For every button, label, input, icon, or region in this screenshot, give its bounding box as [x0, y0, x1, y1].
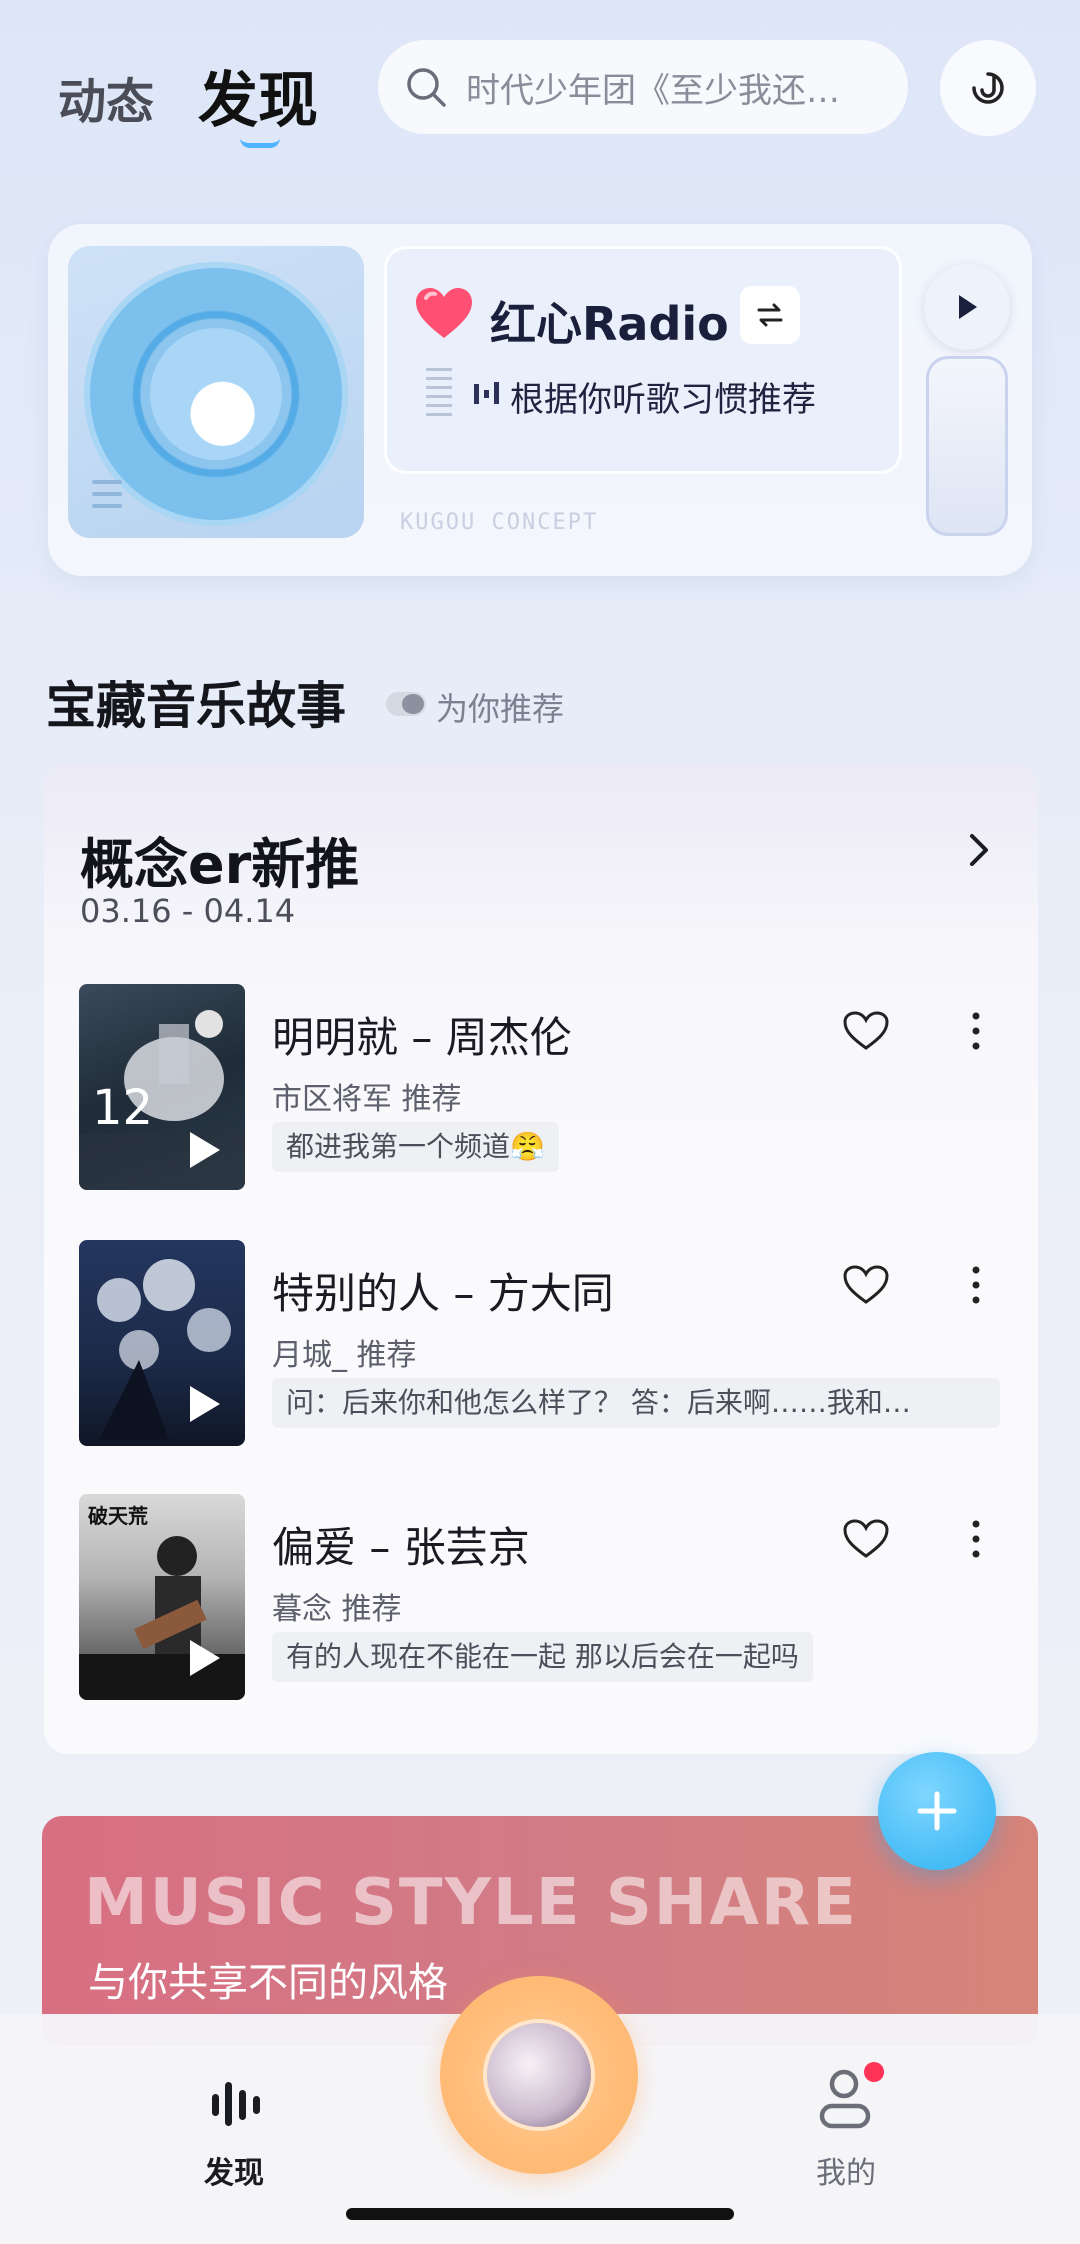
- tab-faxian[interactable]: 发现: [198, 52, 318, 139]
- story-card-title[interactable]: 概念er新推: [80, 820, 359, 899]
- more-icon[interactable]: [966, 1264, 986, 1306]
- nav-discover-label[interactable]: 发现: [204, 2148, 264, 2192]
- heart-outline-icon[interactable]: [842, 1518, 890, 1560]
- search-placeholder: 时代少年团《至少我还…: [466, 70, 840, 111]
- heart-icon: [416, 288, 472, 338]
- song-recommender: 月城_ 推荐: [272, 1338, 417, 1373]
- active-tab-indicator: [240, 138, 280, 148]
- banner-title: MUSIC STYLE SHARE: [84, 1866, 858, 1940]
- heart-outline-icon[interactable]: [842, 1264, 890, 1306]
- more-icon[interactable]: [966, 1010, 986, 1052]
- vinyl-decor-lines: [92, 480, 122, 516]
- song-title[interactable]: 特别的人 – 方大同: [272, 1260, 614, 1321]
- home-indicator: [346, 2208, 734, 2220]
- play-icon[interactable]: [186, 1384, 222, 1424]
- radio-panel[interactable]: [384, 246, 902, 474]
- search-icon: [407, 68, 446, 107]
- cover-text-1: 12: [92, 1080, 154, 1136]
- vinyl-label-art: [150, 328, 282, 460]
- radio-slider[interactable]: [926, 356, 1008, 536]
- song-title[interactable]: 偏爱 – 张芸京: [272, 1514, 530, 1575]
- song-title[interactable]: 明明就 – 周杰伦: [272, 1004, 572, 1065]
- play-icon[interactable]: [186, 1638, 222, 1678]
- song-quote[interactable]: 问：后来你和他怎么样了？ 答：后来啊……我和…: [272, 1378, 1000, 1428]
- play-icon[interactable]: [186, 1130, 222, 1170]
- equalizer-icon: [474, 382, 499, 404]
- swap-icon: [757, 303, 783, 327]
- play-icon: [959, 295, 977, 319]
- radio-play-button[interactable]: [924, 264, 1010, 350]
- song-recommender: 暮念 推荐: [272, 1592, 402, 1627]
- section-subtitle: 为你推荐: [436, 690, 565, 728]
- discover-icon[interactable]: [208, 2076, 264, 2132]
- notification-dot: [864, 2062, 884, 2082]
- swap-mode-button[interactable]: [740, 286, 800, 344]
- banner-subtitle: 与你共享不同的风格: [88, 1960, 448, 2006]
- plus-icon: [917, 1791, 957, 1831]
- section-title: 宝藏音乐故事: [46, 677, 346, 735]
- more-icon[interactable]: [966, 1518, 986, 1560]
- heart-outline-icon[interactable]: [842, 1010, 890, 1052]
- scale-marks: [426, 368, 452, 422]
- story-date-range: 03.16 - 04.14: [80, 892, 296, 930]
- radio-subtitle: 根据你听歌习惯推荐: [510, 380, 816, 420]
- radio-title: 红心Radio: [490, 297, 729, 351]
- brand-text: KUGOU CONCEPT: [400, 510, 599, 535]
- music-recognize-icon: [972, 72, 1004, 104]
- nav-mine-label[interactable]: 我的: [816, 2148, 876, 2192]
- toggle-knob: [402, 694, 424, 714]
- song-quote[interactable]: 有的人现在不能在一起 那以后会在一起吗: [272, 1632, 813, 1682]
- search-bar[interactable]: 时代少年团《至少我还…: [378, 40, 908, 134]
- now-playing-cover: [487, 2023, 591, 2127]
- add-button[interactable]: [878, 1752, 996, 1870]
- cover-text-3: 破天荒: [88, 1504, 148, 1528]
- tab-dongtai[interactable]: 动态: [58, 62, 154, 132]
- song-recommender: 市区将军 推荐: [272, 1082, 462, 1117]
- music-recognize-button[interactable]: [940, 40, 1036, 136]
- chevron-right-icon[interactable]: [962, 830, 996, 870]
- song-quote[interactable]: 都进我第一个频道😤: [272, 1122, 559, 1172]
- now-playing-button[interactable]: [440, 1976, 638, 2174]
